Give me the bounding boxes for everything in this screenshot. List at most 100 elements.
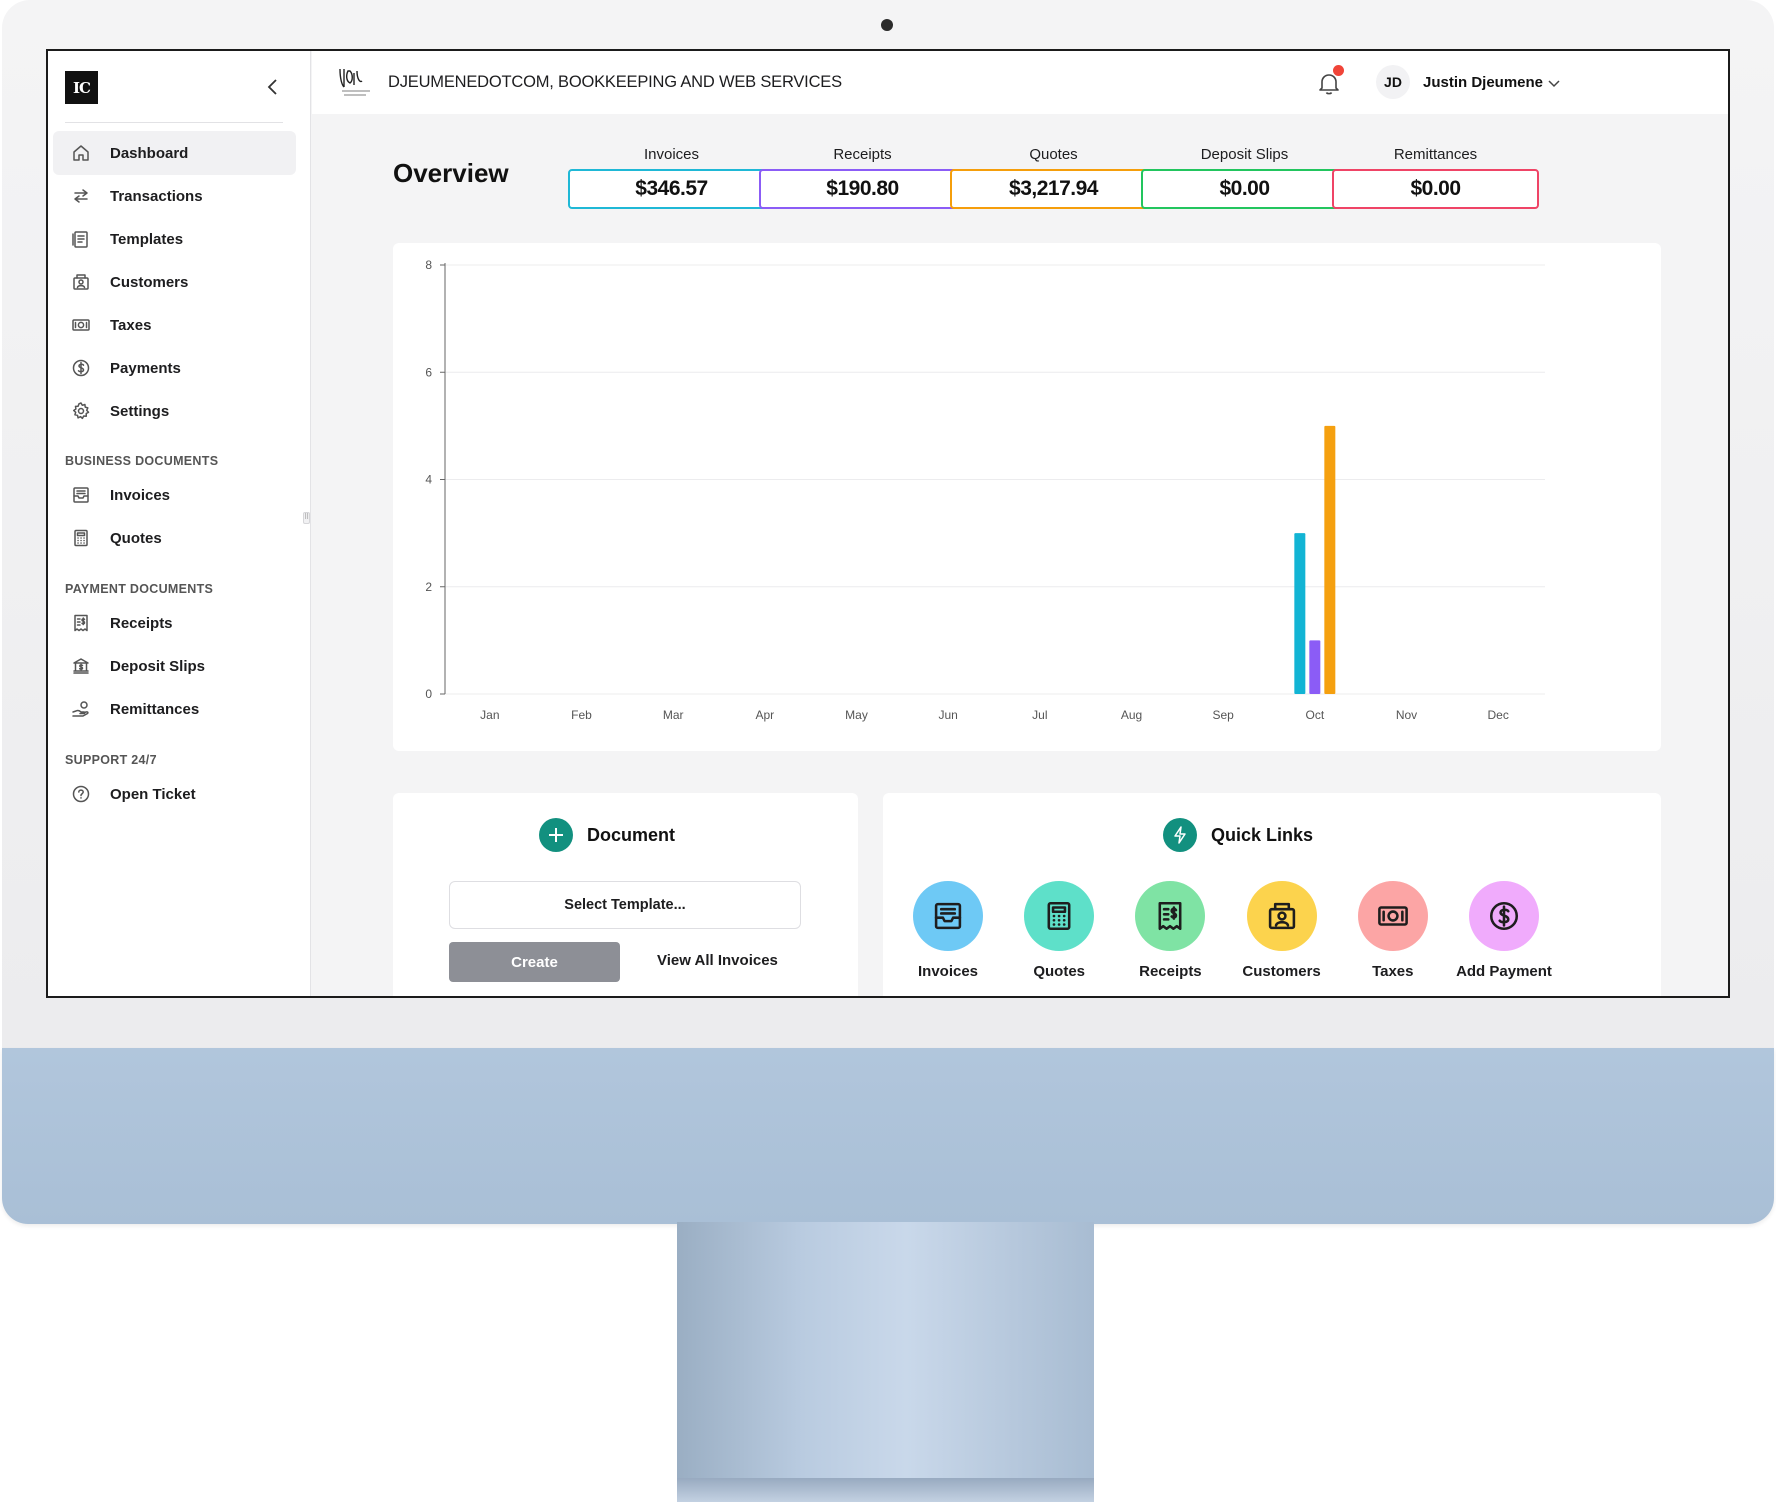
sidebar-item-quotes[interactable]: Quotes xyxy=(53,516,296,560)
stat-deposit-slips: Deposit Slips $0.00 xyxy=(1141,146,1348,209)
customers-icon xyxy=(71,272,91,292)
document-card: Document Select Template... Create View … xyxy=(393,793,858,996)
dollar-circle-icon[interactable] xyxy=(1469,881,1539,951)
sidebar-item-label: Open Ticket xyxy=(110,785,196,803)
x-tick-label: Aug xyxy=(1121,708,1142,722)
sidebar-item-payments[interactable]: Payments xyxy=(53,346,296,390)
stat-value[interactable]: $0.00 xyxy=(1141,169,1348,209)
stat-value[interactable]: $346.57 xyxy=(568,169,775,209)
company-logo xyxy=(336,65,374,101)
help-circle-icon xyxy=(71,784,91,804)
document-card-title: Document xyxy=(587,824,676,845)
app-screen: IC Dashboard Transactions Templates Custome… xyxy=(46,49,1730,998)
sidebar-item-open-ticket[interactable]: Open Ticket xyxy=(53,772,296,816)
overview-bar-chart: 0 2 4 6 8 Jan Feb Mar Apr May Jun Jul Aug Sep Oct Nov De… xyxy=(425,258,1545,722)
customers-icon[interactable] xyxy=(1246,881,1317,951)
quick-link-label: Add Payment xyxy=(1456,963,1552,980)
sidebar-item-label: Customers xyxy=(110,273,189,291)
x-tick-label: Jun xyxy=(938,708,957,722)
quick-link-taxes[interactable]: Taxes xyxy=(1330,881,1456,980)
stat-label: Remittances xyxy=(1393,146,1478,163)
view-all-invoices-link[interactable]: View All Invoices xyxy=(657,952,778,969)
sidebar-item-label: Dashboard xyxy=(110,144,189,162)
quick-link-label: Customers xyxy=(1242,963,1321,980)
camera-dot xyxy=(881,19,893,31)
sidebar-item-deposit-slips[interactable]: Deposit Slips xyxy=(53,644,296,688)
quick-link-label: Quotes xyxy=(1033,963,1086,980)
sidebar-item-label: Transactions xyxy=(110,187,203,205)
sidebar-item-label: Templates xyxy=(110,230,184,248)
sidebar-item-label: Taxes xyxy=(110,316,152,334)
quick-link-label: Taxes xyxy=(1372,963,1414,980)
quick-links-card: Quick Links Invoices Quotes Receipts Custom… xyxy=(883,793,1661,996)
x-tick-label: Jan xyxy=(480,708,499,722)
plus-icon[interactable] xyxy=(539,818,573,852)
sidebar-item-receipts[interactable]: Receipts xyxy=(53,601,296,645)
sidebar-item-label: Payments xyxy=(110,359,181,377)
arrows-icon xyxy=(71,186,91,206)
sidebar-item-label: Deposit Slips xyxy=(110,657,206,675)
y-tick-label: 8 xyxy=(425,258,432,272)
section-heading-business: BUSINESS DOCUMENTS xyxy=(65,454,219,468)
gear-icon xyxy=(71,401,91,421)
quick-link-add-payment[interactable]: Add Payment xyxy=(1441,881,1567,980)
bank-icon xyxy=(71,656,91,676)
page-title: Overview xyxy=(393,158,509,188)
sidebar-item-templates[interactable]: Templates xyxy=(53,217,296,261)
quick-link-label: Receipts xyxy=(1139,963,1202,980)
notification-badge xyxy=(1333,65,1344,76)
sidebar-item-label: Remittances xyxy=(110,700,200,718)
stat-value[interactable]: $0.00 xyxy=(1332,169,1539,209)
stat-value[interactable]: $3,217.94 xyxy=(950,169,1157,209)
chart-bar-oct-series-3 xyxy=(1324,425,1336,694)
receipt-icon[interactable] xyxy=(1135,881,1206,951)
quick-links-title: Quick Links xyxy=(1211,824,1314,845)
stat-label: Quotes xyxy=(1029,146,1078,163)
stat-value[interactable]: $190.80 xyxy=(759,169,966,209)
quick-link-customers[interactable]: Customers xyxy=(1219,881,1345,980)
y-tick-label: 4 xyxy=(425,473,432,487)
app-logo[interactable]: IC xyxy=(65,71,98,104)
create-button[interactable]: Create xyxy=(449,942,620,982)
user-name[interactable]: Justin Djeumene xyxy=(1423,74,1543,91)
chevron-down-icon[interactable] xyxy=(1546,75,1562,91)
stat-label: Receipts xyxy=(833,146,892,163)
x-tick-label: Jul xyxy=(1032,708,1047,722)
x-tick-label: Feb xyxy=(571,708,592,722)
calculator-icon xyxy=(71,528,91,548)
monitor-chin xyxy=(2,1048,1774,1224)
stat-receipts: Receipts $190.80 xyxy=(759,146,966,209)
avatar[interactable]: JD xyxy=(1376,65,1410,99)
x-tick-label: Mar xyxy=(663,708,684,722)
sidebar-item-dashboard[interactable]: Dashboard xyxy=(53,131,296,175)
quick-links-header: Quick Links xyxy=(1163,818,1313,852)
chart-card: 0 2 4 6 8 Jan Feb Mar Apr May Jun Jul Aug Sep Oct Nov De… xyxy=(393,243,1661,751)
chart-bar-oct-series-2 xyxy=(1309,640,1321,694)
inbox-icon[interactable] xyxy=(913,881,983,951)
quick-link-receipts[interactable]: Receipts xyxy=(1107,881,1233,980)
templates-icon xyxy=(71,229,91,249)
x-tick-label: May xyxy=(845,708,868,722)
sidebar-item-settings[interactable]: Settings xyxy=(53,389,296,433)
template-select[interactable]: Select Template... xyxy=(449,881,801,929)
sidebar-item-taxes[interactable]: Taxes xyxy=(53,303,296,347)
sidebar-item-customers[interactable]: Customers xyxy=(53,260,296,304)
sidebar-resize-handle[interactable]: ⠿ xyxy=(303,512,310,524)
chevron-left-icon[interactable] xyxy=(263,77,283,97)
x-tick-label: Dec xyxy=(1487,708,1508,722)
sidebar-item-transactions[interactable]: Transactions xyxy=(53,174,296,218)
quick-link-label: Invoices xyxy=(917,963,979,980)
x-tick-label: Oct xyxy=(1305,708,1324,722)
quick-link-quotes[interactable]: Quotes xyxy=(996,881,1122,980)
sidebar-item-invoices[interactable]: Invoices xyxy=(53,473,296,517)
stat-invoices: Invoices $346.57 xyxy=(568,146,775,209)
quick-link-invoices[interactable]: Invoices xyxy=(885,881,1011,980)
x-tick-label: Apr xyxy=(755,708,774,722)
home-icon xyxy=(71,143,91,163)
cash-icon[interactable] xyxy=(1357,881,1428,951)
document-card-header: Document xyxy=(539,818,675,852)
x-tick-label: Sep xyxy=(1212,708,1234,722)
lightning-icon xyxy=(1163,818,1197,852)
sidebar-item-remittances[interactable]: Remittances xyxy=(53,687,296,731)
calculator-icon[interactable] xyxy=(1024,881,1095,951)
